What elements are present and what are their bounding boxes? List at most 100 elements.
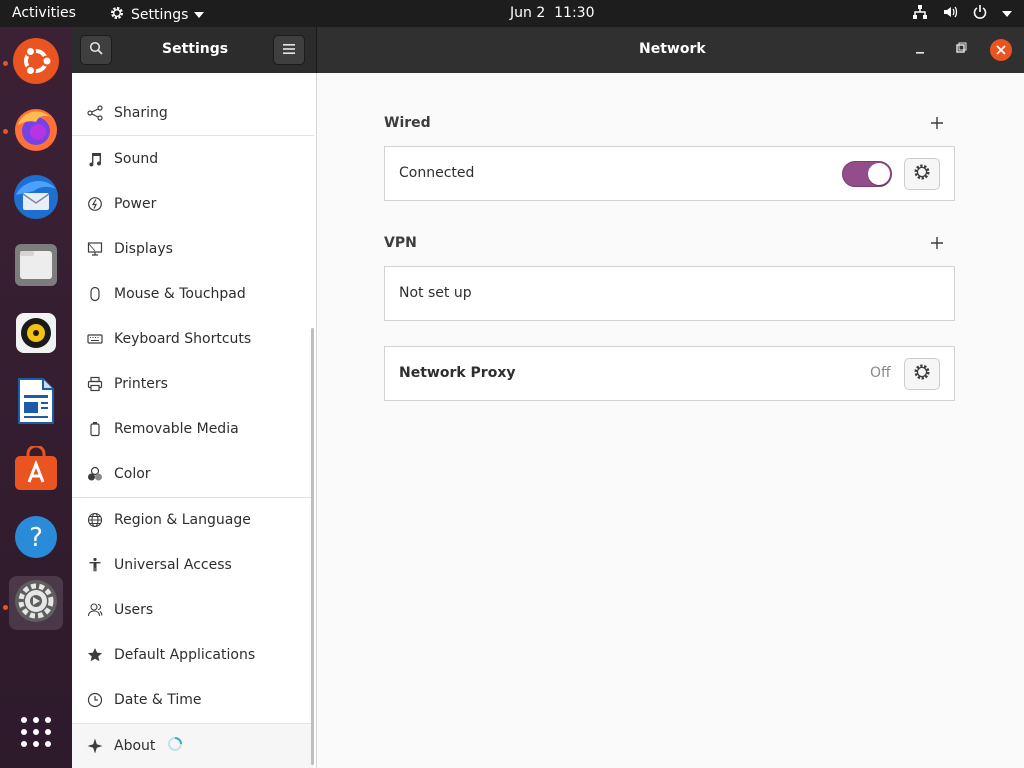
network-wired-icon: [912, 4, 928, 24]
music-note-icon: [86, 150, 104, 168]
dock-rhythmbox[interactable]: [9, 308, 63, 362]
show-applications-button[interactable]: [9, 707, 63, 761]
color-icon: [86, 465, 104, 483]
wired-settings-button[interactable]: [904, 158, 940, 190]
share-icon: [86, 104, 104, 122]
maximize-button[interactable]: [955, 42, 967, 60]
wired-connection-row: Connected: [384, 146, 955, 201]
sidebar-item-sharing[interactable]: Sharing: [72, 91, 314, 135]
thunderbird-icon: [12, 173, 60, 225]
dock-help[interactable]: ?: [9, 512, 63, 566]
dock-firefox[interactable]: [9, 104, 63, 158]
app-menu[interactable]: Settings: [109, 5, 205, 25]
system-tray[interactable]: [912, 4, 1012, 24]
sidebar-separator: [72, 135, 314, 136]
app-menu-label: Settings: [131, 7, 189, 23]
power-icon: [86, 195, 104, 213]
sidebar-item-power[interactable]: Power: [72, 182, 314, 226]
sidebar-item-region-language[interactable]: Region & Language: [72, 498, 314, 542]
gear-icon: [913, 363, 931, 385]
sidebar-item-users[interactable]: Users: [72, 588, 314, 632]
shopping-bag-icon: [13, 444, 59, 496]
sidebar-scrollbar[interactable]: [311, 328, 314, 765]
sidebar-title: Settings: [162, 41, 229, 57]
menu-button[interactable]: [273, 35, 305, 65]
sidebar-item-mouse-touchpad[interactable]: Mouse & Touchpad: [72, 272, 314, 316]
chevron-down-icon: [1002, 11, 1012, 17]
sidebar-item-displays[interactable]: Displays: [72, 227, 314, 271]
network-panel: Wired Connected VPN Not set up Network P…: [317, 73, 1024, 768]
sidebar-item-label: Sharing: [114, 105, 168, 121]
volume-icon: [942, 4, 958, 24]
clock[interactable]: Jun 2 11:30: [510, 5, 594, 21]
vpn-row: Not set up: [384, 266, 955, 321]
sidebar-item-label: Mouse & Touchpad: [114, 286, 246, 302]
sidebar-item-removable-media[interactable]: Removable Media: [72, 407, 314, 451]
add-wired-connection-button[interactable]: [928, 114, 946, 132]
settings-gear-icon: [109, 5, 125, 25]
sidebar-item-keyboard-shortcuts[interactable]: Keyboard Shortcuts: [72, 317, 314, 361]
settings-gear-icon: [13, 578, 59, 628]
display-icon: [86, 240, 104, 258]
star-icon: [86, 646, 104, 664]
close-button[interactable]: [990, 39, 1012, 61]
dock-libreoffice-writer[interactable]: [9, 376, 63, 430]
settings-sidebar: Sharing Sound Power Displays Mouse & Tou…: [72, 73, 317, 768]
document-icon: [15, 377, 57, 429]
search-icon: [89, 41, 103, 59]
sidebar-item-sound[interactable]: Sound: [72, 137, 314, 181]
mouse-icon: [86, 285, 104, 303]
vpn-status-label: Not set up: [399, 285, 472, 301]
removable-media-icon: [86, 420, 104, 438]
add-vpn-button[interactable]: [928, 234, 946, 252]
help-icon: ?: [13, 514, 59, 564]
dock-settings[interactable]: [9, 576, 63, 630]
sidebar-item-printers[interactable]: Printers: [72, 362, 314, 406]
page-title: Network: [639, 41, 706, 57]
clock-icon: [86, 691, 104, 709]
dock-files[interactable]: [9, 240, 63, 294]
files-icon: [13, 242, 59, 292]
close-icon: [996, 45, 1006, 55]
power-icon: [972, 4, 988, 24]
sidebar-item-default-applications[interactable]: Default Applications: [72, 633, 314, 677]
top-bar: Activities Settings Jun 2 11:30: [0, 0, 1024, 27]
dock-ubuntu-software[interactable]: [9, 444, 63, 498]
users-icon: [86, 601, 104, 619]
sparkle-icon: [86, 737, 104, 755]
dock: ?: [0, 27, 72, 768]
plus-icon: [931, 237, 943, 249]
dock-ubuntu-logo[interactable]: [9, 36, 63, 90]
sidebar-item-about[interactable]: About: [72, 724, 314, 768]
sidebar-item-label: Sound: [114, 151, 159, 167]
running-indicator: [3, 61, 8, 66]
proxy-settings-button[interactable]: [904, 358, 940, 390]
running-indicator: [3, 605, 8, 610]
network-proxy-label: Network Proxy: [399, 365, 516, 381]
sidebar-item-label: Keyboard Shortcuts: [114, 331, 252, 347]
sidebar-item-label: Displays: [114, 241, 173, 257]
sidebar-item-label: Region & Language: [114, 512, 251, 528]
hamburger-menu-icon: [283, 42, 295, 58]
dock-thunderbird[interactable]: [9, 172, 63, 226]
sidebar-item-label: Printers: [114, 376, 168, 392]
sidebar-item-color[interactable]: Color: [72, 452, 314, 496]
minimize-icon: [916, 52, 924, 54]
network-proxy-row[interactable]: Network Proxy Off: [384, 346, 955, 401]
activities-button[interactable]: Activities: [12, 5, 76, 21]
sidebar-item-date-time[interactable]: Date & Time: [72, 678, 314, 722]
network-proxy-state: Off: [870, 365, 891, 381]
gear-icon: [913, 163, 931, 185]
sidebar-item-label: About: [114, 738, 156, 754]
sidebar-item-label: Removable Media: [114, 421, 239, 437]
vpn-section-title: VPN: [384, 235, 417, 251]
printer-icon: [86, 375, 104, 393]
minimize-button[interactable]: [915, 42, 925, 60]
app-grid-icon: [19, 715, 53, 753]
sidebar-item-label: Date & Time: [114, 692, 202, 708]
search-button[interactable]: [80, 35, 112, 65]
loading-spinner-icon: [167, 736, 183, 756]
chevron-down-icon: [194, 12, 205, 18]
wired-toggle-switch[interactable]: [842, 161, 892, 187]
sidebar-item-universal-access[interactable]: Universal Access: [72, 543, 314, 587]
